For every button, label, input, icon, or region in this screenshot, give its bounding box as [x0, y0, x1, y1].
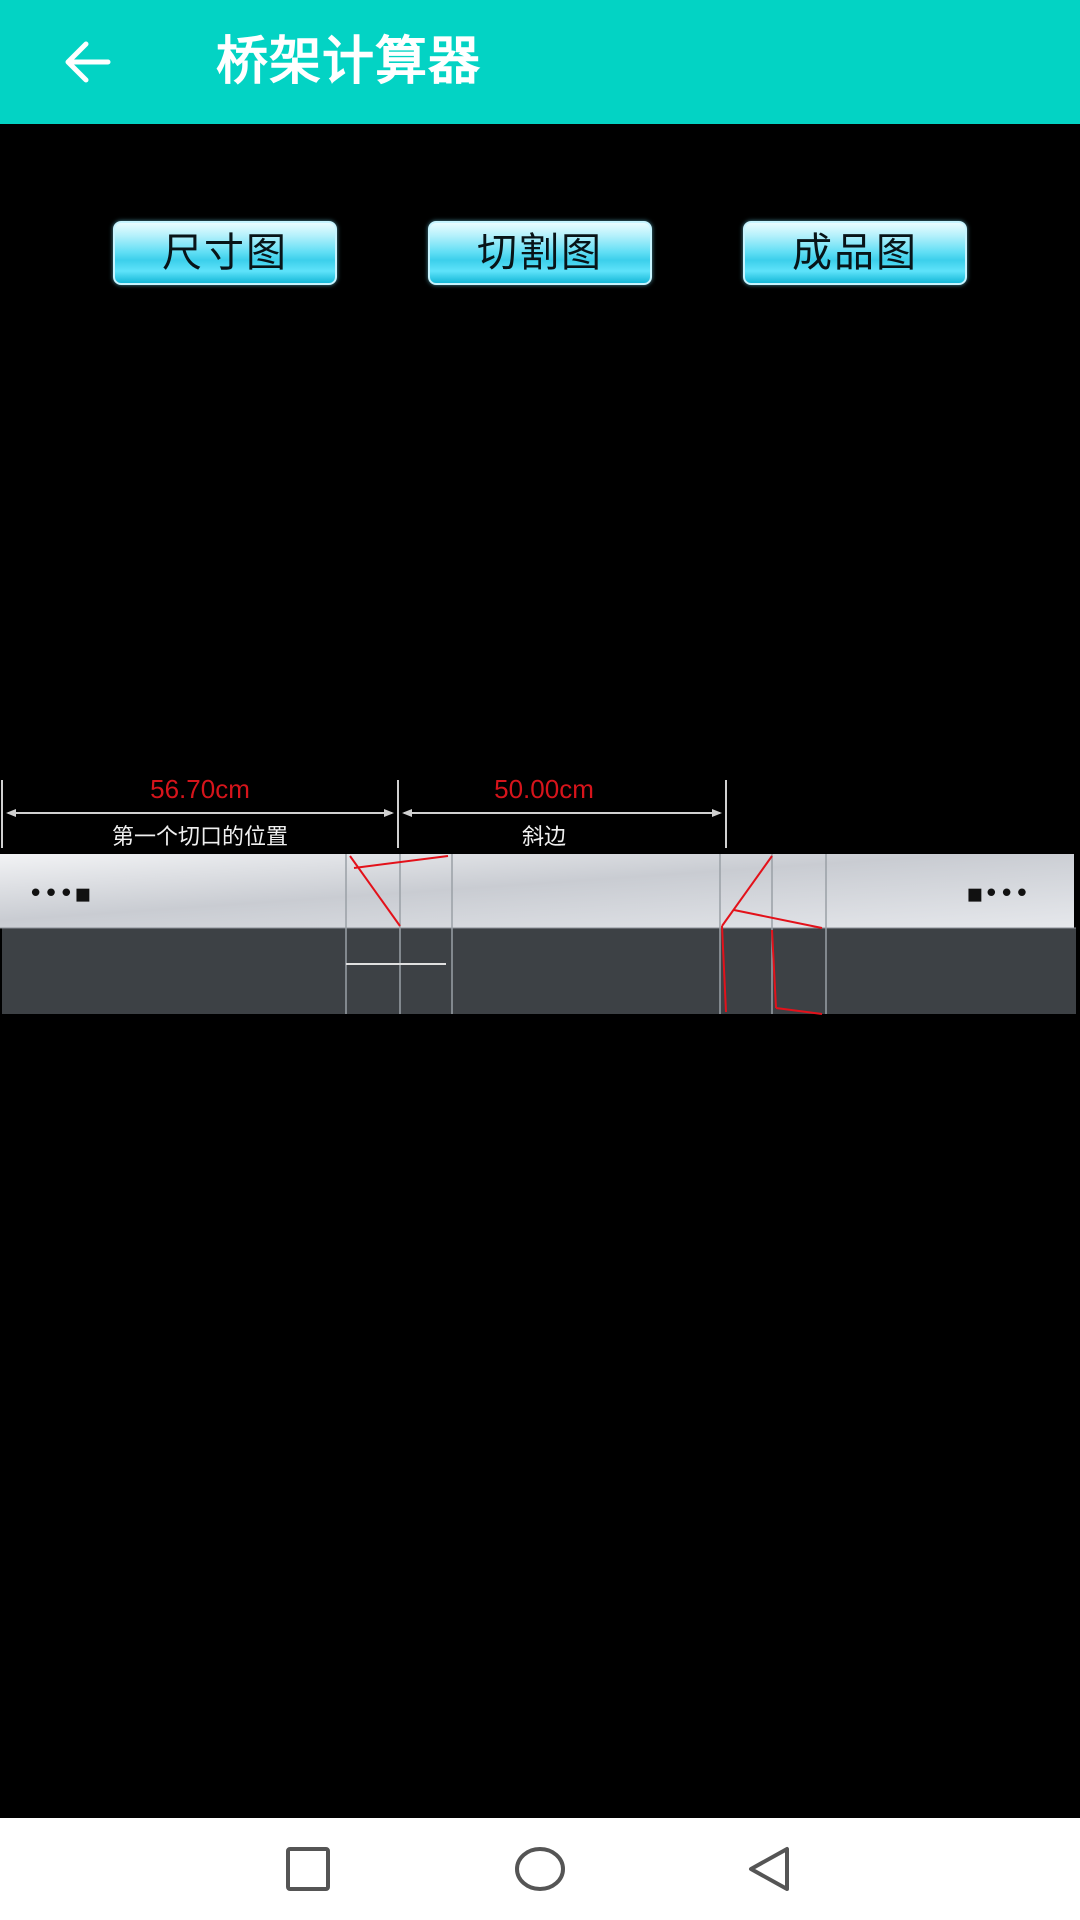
- tab-finished-diagram[interactable]: 成品图: [743, 221, 967, 285]
- dimension-caption-1: 第一个切口的位置: [112, 825, 288, 850]
- system-nav-bar: [0, 1818, 1080, 1920]
- left-marker: •••▪: [28, 879, 92, 909]
- app-bar: 桥架计算器: [0, 0, 1080, 124]
- circle-icon: [515, 1847, 565, 1891]
- content-area: 尺寸图 切割图 成品图 56.70cm 第一个切口的位置 50.00cm 斜边 …: [0, 124, 1080, 1818]
- tray-diagram: 56.70cm 第一个切口的位置 50.00cm 斜边 •••▪ ▪•••: [0, 774, 1076, 1015]
- recent-apps-button[interactable]: [268, 1834, 348, 1904]
- home-button[interactable]: [500, 1834, 580, 1904]
- dimension-value-2: 50.00cm: [494, 774, 594, 804]
- tab-cutting-diagram[interactable]: 切割图: [428, 221, 652, 285]
- page-title: 桥架计算器: [216, 32, 482, 92]
- tab-dimension-diagram[interactable]: 尺寸图: [113, 221, 337, 285]
- tray-top-face: [0, 854, 1074, 928]
- dimension-caption-2: 斜边: [522, 825, 566, 850]
- tab-row: 尺寸图 切割图 成品图: [0, 221, 1080, 287]
- dimension-value-1: 56.70cm: [150, 774, 250, 804]
- triangle-back-icon: [749, 1847, 789, 1891]
- square-icon: [286, 1847, 330, 1891]
- right-marker: ▪•••: [966, 879, 1030, 909]
- dimension-lines: [1, 780, 727, 848]
- tray-side-face: [2, 928, 1076, 1014]
- back-button[interactable]: [44, 20, 128, 104]
- arrow-left-icon: [65, 41, 111, 83]
- back-nav-button[interactable]: [730, 1834, 810, 1904]
